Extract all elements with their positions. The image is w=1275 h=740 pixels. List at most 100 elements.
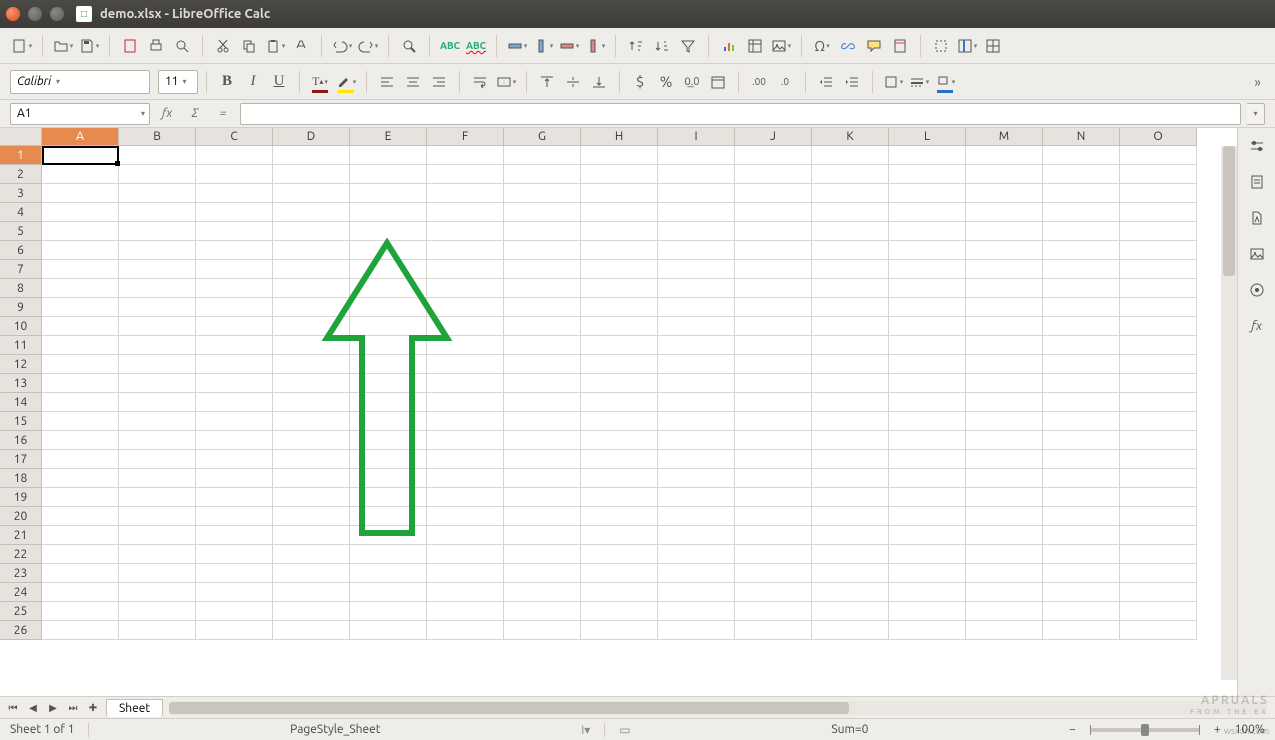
cell[interactable] <box>966 450 1043 469</box>
cell[interactable] <box>966 393 1043 412</box>
align-center-button[interactable] <box>401 70 425 94</box>
cell[interactable] <box>658 393 735 412</box>
cell[interactable] <box>966 165 1043 184</box>
cell[interactable] <box>119 222 196 241</box>
cell[interactable] <box>350 564 427 583</box>
cell[interactable] <box>1043 336 1120 355</box>
cell[interactable] <box>1043 526 1120 545</box>
cell[interactable] <box>735 222 812 241</box>
cell[interactable] <box>350 450 427 469</box>
cell[interactable] <box>889 507 966 526</box>
cell[interactable] <box>119 431 196 450</box>
cell[interactable] <box>504 545 581 564</box>
insert-column-button[interactable] <box>531 34 555 58</box>
cell[interactable] <box>427 279 504 298</box>
cell[interactable] <box>427 583 504 602</box>
cell[interactable] <box>889 602 966 621</box>
cell[interactable] <box>196 336 273 355</box>
cell[interactable] <box>427 374 504 393</box>
cell[interactable] <box>427 507 504 526</box>
cell[interactable] <box>350 621 427 640</box>
cell[interactable] <box>119 526 196 545</box>
cell[interactable] <box>1043 241 1120 260</box>
cell[interactable] <box>1120 526 1197 545</box>
cell[interactable] <box>504 393 581 412</box>
column-header[interactable]: M <box>966 128 1043 146</box>
cell[interactable] <box>812 241 889 260</box>
row-header[interactable]: 12 <box>0 355 42 374</box>
cell[interactable] <box>889 146 966 165</box>
cell[interactable] <box>42 184 119 203</box>
cell[interactable] <box>966 279 1043 298</box>
cell[interactable] <box>350 526 427 545</box>
cell[interactable] <box>889 431 966 450</box>
row-header[interactable]: 13 <box>0 374 42 393</box>
cell[interactable] <box>42 146 119 165</box>
cell[interactable] <box>119 469 196 488</box>
row-header[interactable]: 16 <box>0 431 42 450</box>
cell[interactable] <box>42 317 119 336</box>
sidebar-styles-icon[interactable] <box>1245 206 1269 230</box>
cell[interactable] <box>966 203 1043 222</box>
cell[interactable] <box>1043 488 1120 507</box>
cell[interactable] <box>350 184 427 203</box>
percent-button[interactable]: % <box>654 70 678 94</box>
cell[interactable] <box>504 184 581 203</box>
cell[interactable] <box>119 146 196 165</box>
cell[interactable] <box>581 336 658 355</box>
row-header[interactable]: 5 <box>0 222 42 241</box>
cell[interactable] <box>273 621 350 640</box>
cell[interactable] <box>196 355 273 374</box>
cell[interactable] <box>273 260 350 279</box>
cell[interactable] <box>350 222 427 241</box>
cell[interactable] <box>1043 602 1120 621</box>
column-header[interactable]: O <box>1120 128 1197 146</box>
cell[interactable] <box>1043 298 1120 317</box>
cell[interactable] <box>119 203 196 222</box>
cell[interactable] <box>812 222 889 241</box>
cell[interactable] <box>42 355 119 374</box>
cell[interactable] <box>889 393 966 412</box>
row-header[interactable]: 23 <box>0 564 42 583</box>
cell[interactable] <box>119 165 196 184</box>
cell[interactable] <box>427 469 504 488</box>
cell[interactable] <box>735 393 812 412</box>
cell[interactable] <box>504 317 581 336</box>
cell[interactable] <box>42 450 119 469</box>
cell[interactable] <box>812 393 889 412</box>
cell[interactable] <box>966 298 1043 317</box>
cell[interactable] <box>889 203 966 222</box>
cell[interactable] <box>812 184 889 203</box>
cell[interactable] <box>581 393 658 412</box>
sidebar-navigator-icon[interactable] <box>1245 278 1269 302</box>
copy-button[interactable] <box>237 34 261 58</box>
cell[interactable] <box>1043 222 1120 241</box>
cell[interactable] <box>196 317 273 336</box>
cell[interactable] <box>350 146 427 165</box>
cell[interactable] <box>1120 203 1197 222</box>
cell[interactable] <box>735 564 812 583</box>
formula-input[interactable] <box>240 103 1241 125</box>
cell[interactable] <box>812 526 889 545</box>
cell[interactable] <box>504 336 581 355</box>
cell[interactable] <box>196 165 273 184</box>
cell[interactable] <box>119 260 196 279</box>
redo-button[interactable] <box>356 34 380 58</box>
cell[interactable] <box>119 374 196 393</box>
cell[interactable] <box>196 241 273 260</box>
cell[interactable] <box>119 450 196 469</box>
cell[interactable] <box>658 564 735 583</box>
cell[interactable] <box>889 450 966 469</box>
insert-symbol-button[interactable]: Ω <box>810 34 834 58</box>
cell[interactable] <box>350 241 427 260</box>
cell[interactable] <box>966 317 1043 336</box>
cell[interactable] <box>658 165 735 184</box>
cell[interactable] <box>1043 412 1120 431</box>
column-header[interactable]: A <box>42 128 119 146</box>
cell[interactable] <box>350 507 427 526</box>
cell[interactable] <box>812 146 889 165</box>
row-header[interactable]: 19 <box>0 488 42 507</box>
cell[interactable] <box>427 165 504 184</box>
vertical-scrollbar[interactable] <box>1221 146 1237 680</box>
column-header[interactable]: J <box>735 128 812 146</box>
